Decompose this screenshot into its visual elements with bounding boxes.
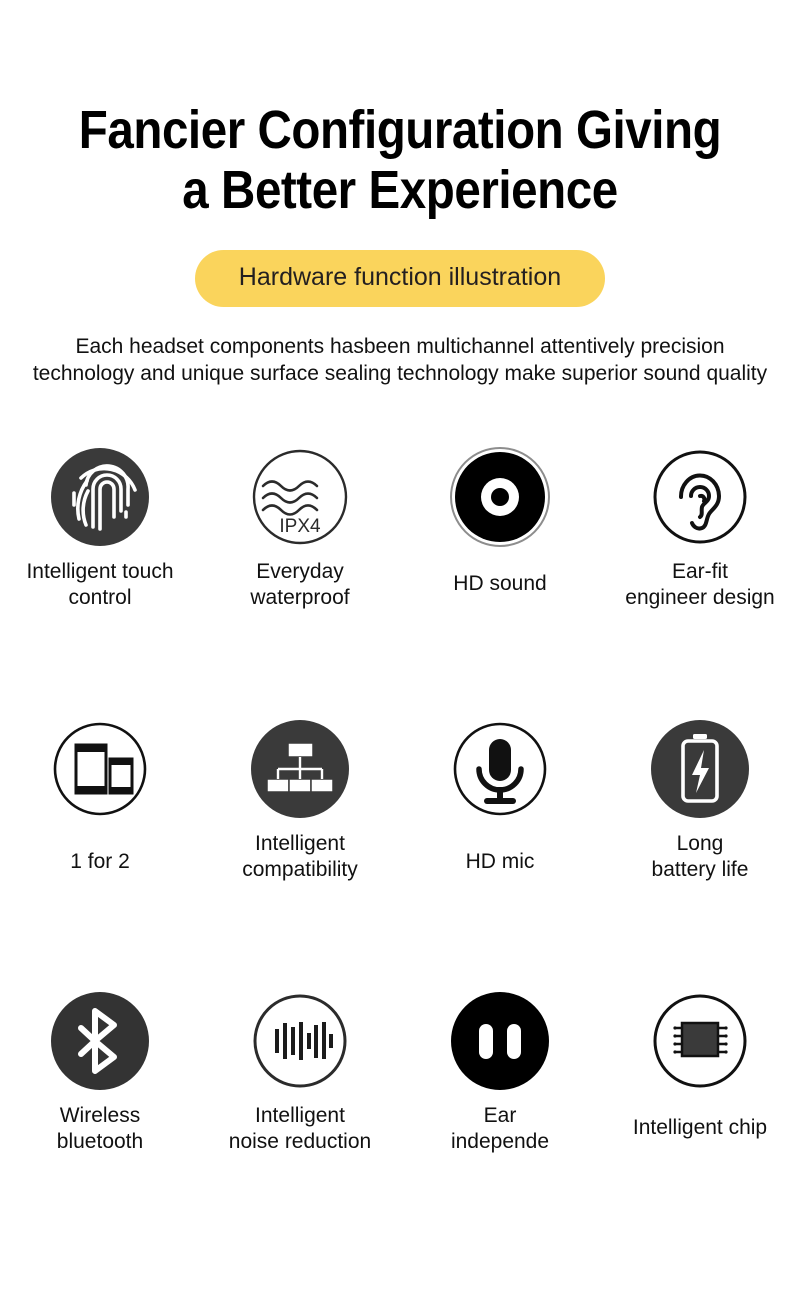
feature-item-hd-mic: HD mic xyxy=(400,701,600,973)
microphone-icon xyxy=(448,717,552,821)
feature-item-intelligent-chip: Intelligent chip xyxy=(600,973,800,1245)
water-waves-ipx4-icon: IPX4 xyxy=(248,445,352,549)
feature-item-intelligent-noise-reduction: Intelligent noise reduction xyxy=(200,973,400,1245)
bluetooth-icon xyxy=(48,989,152,1093)
feature-label: Ear independe xyxy=(450,1104,550,1153)
feature-label: HD mic xyxy=(465,850,535,873)
feature-item-long-battery-life: Long battery life xyxy=(600,701,800,973)
feature-label: Intelligent compatibility xyxy=(242,832,358,881)
feature-item-1-for-2: 1 for 2 xyxy=(0,701,200,973)
feature-item-everyday-waterproof: IPX4 Everyday waterproof xyxy=(200,429,400,701)
two-devices-icon xyxy=(48,717,152,821)
page-title: Fancier Configuration Giving a Better Ex… xyxy=(48,100,752,220)
feature-item-ear-fit-engineer-design: Ear-fit engineer design xyxy=(600,429,800,701)
speaker-disc-icon xyxy=(448,445,552,549)
feature-label: Intelligent noise reduction xyxy=(228,1104,372,1153)
feature-label: Intelligent chip xyxy=(632,1116,768,1139)
badge-row: Hardware function illustration xyxy=(0,250,800,307)
feature-label: HD sound xyxy=(453,572,547,595)
page-title-line-1: Fancier Configuration Giving xyxy=(78,100,722,160)
feature-label: Intelligent touch control xyxy=(26,560,174,609)
feature-label: Everyday waterproof xyxy=(250,560,350,609)
earbuds-slots-icon xyxy=(448,989,552,1093)
page-title-line-2: a Better Experience xyxy=(182,160,618,220)
sound-wave-bars-icon xyxy=(248,989,352,1093)
feature-label: Long battery life xyxy=(651,832,749,881)
ipx4-caption: IPX4 xyxy=(279,516,321,537)
feature-grid: Intelligent touch control IPX4 Everyday … xyxy=(0,429,800,1245)
feature-label: Wireless bluetooth xyxy=(56,1104,144,1153)
fingerprint-icon xyxy=(48,445,152,549)
feature-item-hd-sound: HD sound xyxy=(400,429,600,701)
hardware-function-badge: Hardware function illustration xyxy=(194,250,606,307)
battery-bolt-icon xyxy=(648,717,752,821)
feature-label: Ear-fit engineer design xyxy=(625,560,775,609)
feature-item-intelligent-touch-control: Intelligent touch control xyxy=(0,429,200,701)
ear-icon xyxy=(648,445,752,549)
feature-item-ear-independe: Ear independe xyxy=(400,973,600,1245)
feature-item-wireless-bluetooth: Wireless bluetooth xyxy=(0,973,200,1245)
hierarchy-tree-icon xyxy=(248,717,352,821)
microchip-icon xyxy=(648,989,752,1093)
feature-illustration-page: Fancier Configuration Giving a Better Ex… xyxy=(0,100,800,1308)
feature-item-intelligent-compatibility: Intelligent compatibility xyxy=(200,701,400,973)
feature-label: 1 for 2 xyxy=(70,850,130,873)
page-description: Each headset components hasbeen multicha… xyxy=(32,335,768,385)
